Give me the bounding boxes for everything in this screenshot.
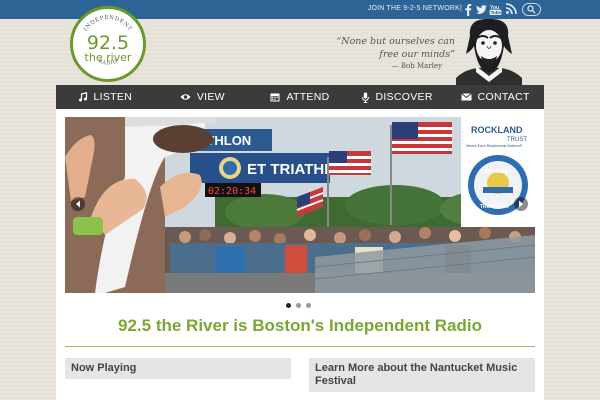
nav-attend[interactable]: ATTEND (251, 85, 349, 109)
calendar-icon (270, 93, 280, 102)
music-icon (78, 92, 87, 102)
headline-divider (65, 346, 535, 347)
nav-discover-label: DISCOVER (375, 91, 433, 103)
nantucket-festival-heading[interactable]: Learn More about the Nantucket Music Fes… (309, 358, 535, 392)
slider-pagination (286, 303, 311, 308)
badge-top-text: COHASSET (481, 169, 512, 175)
chevron-left-icon (76, 200, 80, 208)
search-icon (527, 5, 536, 14)
slider-next-button[interactable] (514, 197, 528, 211)
slider-dot-1[interactable] (286, 303, 291, 308)
svg-text:Tube: Tube (491, 10, 502, 15)
sponsor-sub: TRUST (507, 137, 527, 143)
sponsor-name: ROCKLAND (471, 125, 523, 135)
network-link[interactable]: JOIN THE 9-2-5 NETWORK| (368, 5, 462, 12)
nav-contact-label: CONTACT (477, 91, 530, 103)
nav-listen-label: LISTEN (93, 91, 133, 103)
portrait-illustration (456, 18, 522, 88)
youtube-icon[interactable]: You Tube (489, 3, 502, 16)
facebook-icon[interactable] (462, 3, 475, 16)
main-nav: LISTEN VIEW ATTEND DISCOVER CONTACT (56, 85, 544, 109)
header-quote: “None but ourselves can free our minds” (336, 36, 455, 60)
nav-view-label: VIEW (196, 91, 225, 103)
envelope-icon (460, 93, 472, 101)
nav-contact[interactable]: CONTACT (446, 85, 544, 109)
chevron-right-icon (519, 200, 523, 208)
nav-listen[interactable]: LISTEN (56, 85, 154, 109)
slider-dot-2[interactable] (296, 303, 301, 308)
sponsor-tagline: Where Each Relationship Matters® (466, 144, 523, 148)
slider-prev-button[interactable] (71, 197, 85, 211)
now-playing-heading: Now Playing (65, 358, 291, 379)
eye-icon (180, 94, 191, 100)
race-timer: 02:20:34 (208, 186, 256, 197)
svg-text:INDEPENDENT: INDEPENDENT (83, 15, 133, 33)
slider-dot-3[interactable] (306, 303, 311, 308)
page-headline: 92.5 the River is Boston's Independent R… (118, 316, 482, 335)
hero-slider[interactable]: RIATHLON ET TRIATHLON 02:20:34 ROCKLAND … (65, 117, 535, 293)
microphone-icon (362, 92, 370, 103)
search-button[interactable] (522, 3, 541, 16)
nav-view[interactable]: VIEW (154, 85, 252, 109)
nav-discover[interactable]: DISCOVER (349, 85, 447, 109)
quote-author: — Bob Marley (391, 62, 442, 70)
twitter-icon[interactable] (475, 3, 488, 16)
logo-top-text: INDEPENDENT (83, 15, 132, 33)
nav-attend-label: ATTEND (286, 91, 330, 103)
slide-image: RIATHLON ET TRIATHLON 02:20:34 ROCKLAND … (65, 117, 535, 293)
rss-icon[interactable] (505, 2, 518, 15)
site-logo[interactable]: INDEPENDENT 92.5 the river RADIO (70, 6, 146, 82)
content-panel: RIATHLON ET TRIATHLON 02:20:34 ROCKLAND … (56, 109, 544, 400)
badge-bottom-text: TRIATHLON (480, 204, 509, 210)
